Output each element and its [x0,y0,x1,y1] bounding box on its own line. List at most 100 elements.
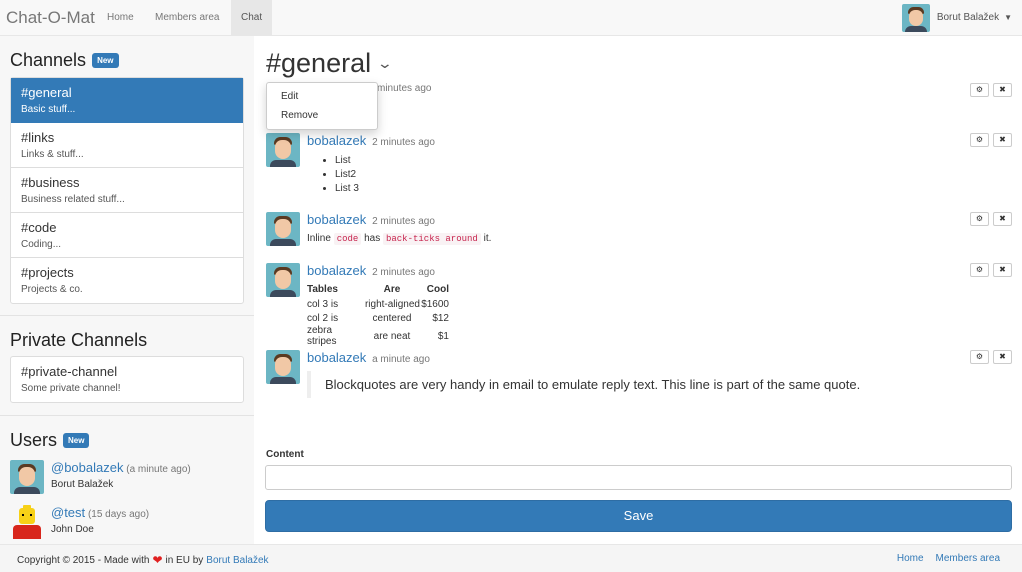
avatar [266,350,300,384]
channel-desc: Business related stuff... [21,194,125,205]
gear-icon[interactable]: ⚙ [970,350,989,364]
user-menu[interactable]: Borut Balažek ▼ [901,0,1012,35]
text-segment: Inline [307,233,331,244]
footer-link-home[interactable]: Home [897,553,924,564]
navbar: Chat-O-Mat Home Members area Chat Borut … [0,0,1022,36]
message-time: a minute ago [372,354,430,365]
avatar [10,505,44,539]
message-time: 2 minutes ago [372,137,435,148]
channel-item-projects[interactable]: #projects Projects & co. [11,258,243,303]
channels-heading: Channels New [10,50,119,71]
close-icon[interactable]: ✖ [993,263,1012,277]
channel-item-code[interactable]: #code Coding... [11,213,243,258]
message-actions: ⚙ ✖ [970,350,1012,364]
footer-text: in EU by [165,554,204,566]
close-icon[interactable]: ✖ [993,350,1012,364]
user-handle[interactable]: @bobalazek [51,460,123,475]
user-avatar [901,3,930,32]
channel-desc: Coding... [21,239,62,250]
new-channel-badge[interactable]: New [92,53,119,68]
message-text: t? [368,100,1012,111]
content-textarea[interactable] [265,465,1012,490]
channel-item-business[interactable]: #business Business related stuff... [11,168,243,213]
caret-down-icon: ▼ [1004,13,1012,22]
footer-nav: Home Members area [897,553,1000,564]
avatar [266,263,300,297]
text-segment: it. [483,233,492,244]
message-blockquote: Blockquotes are very handy in email to e… [307,371,1012,398]
user-item[interactable]: @test (15 days ago) John Doe [10,505,149,544]
message-actions: ⚙ ✖ [970,133,1012,147]
message-author[interactable]: bobalazek [307,133,366,148]
user-item[interactable]: @bobalazek (a minute ago) Borut Balažek [10,460,191,500]
message-actions: ⚙ ✖ [970,212,1012,226]
table-cell: col 2 is [307,312,339,324]
message-time: minutes ago [377,83,432,94]
footer: Copyright © 2015 - Made with ❤ in EU by … [0,544,1022,572]
table-row: zebra stripes are neat $1 [307,325,449,347]
nav-home[interactable]: Home [97,0,144,35]
message-author[interactable]: bobalazek [307,350,366,365]
message-author[interactable]: bobalazek [307,212,366,227]
list-item: List [335,154,1012,168]
menu-item-remove[interactable]: Remove [267,106,377,125]
channel-dropdown-menu: Edit Remove [266,82,378,130]
channel-name: #code [21,220,57,235]
table-cell: zebra stripes [307,325,337,347]
user-last-seen: (a minute ago) [126,464,191,475]
table-cell: centered [372,312,412,324]
close-icon[interactable]: ✖ [993,212,1012,226]
gear-icon[interactable]: ⚙ [970,133,989,147]
content-label: Content [266,449,304,460]
table-cell: $12 [432,312,449,324]
channel-desc: Some private channel! [21,383,121,394]
close-icon[interactable]: ✖ [993,83,1012,97]
copyright-text: Copyright © 2015 - Made with [17,554,150,566]
menu-item-edit[interactable]: Edit [267,87,377,106]
channel-item-links[interactable]: #links Links & stuff... [11,123,243,168]
channels-title: Channels [10,50,87,70]
message-table: Tables Are Cool col 3 is right-aligned $… [307,282,449,347]
message-item: bobalazek 2 minutes ago List List2 List … [266,133,1012,203]
chevron-down-icon[interactable]: ⌄ [377,55,393,72]
channel-title[interactable]: #general ⌄ [266,48,393,79]
gear-icon[interactable]: ⚙ [970,263,989,277]
message-list: List List2 List 3 [335,154,1012,196]
nav-members-area[interactable]: Members area [145,0,229,35]
message-item: bobalazek a minute ago Blockquotes are v… [266,350,1012,410]
table-cell: right-aligned [364,298,420,310]
table-cell: $1 [437,330,449,342]
message-author[interactable]: bobalazek [307,263,366,278]
users-title: Users [10,430,58,450]
message-item: bobalazek 2 minutes ago Tables Are Cool … [266,263,1012,347]
new-user-badge[interactable]: New [63,433,90,448]
table-header: Cool [426,284,449,295]
user-full-name: John Doe [51,524,94,535]
user-full-name: Borut Balažek [51,479,114,490]
close-icon[interactable]: ✖ [993,133,1012,147]
private-channels-heading: Private Channels [10,330,148,350]
channel-title-text: #general [266,48,372,78]
channel-item-general[interactable]: #general Basic stuff... [11,78,243,123]
user-name: Borut Balažek [936,12,1000,23]
brand-logo[interactable]: Chat-O-Mat [6,8,95,28]
private-channel-list: #private-channel Some private channel! [10,356,244,403]
message-actions: ⚙ ✖ [970,83,1012,97]
gear-icon[interactable]: ⚙ [970,83,989,97]
footer-copyright: Copyright © 2015 - Made with ❤ in EU by … [17,553,269,567]
footer-link-members-area[interactable]: Members area [936,553,1000,564]
inline-code: code [333,233,362,245]
table-row: col 2 is centered $12 [307,311,449,325]
message-actions: ⚙ ✖ [970,263,1012,277]
message-time: 2 minutes ago [372,216,435,227]
avatar [266,212,300,246]
user-handle[interactable]: @test [51,505,85,520]
nav-chat[interactable]: Chat [231,0,273,35]
channel-desc: Basic stuff... [21,104,76,115]
message-item: bobalazek 2 minutes ago Inline code has … [266,212,1012,252]
save-button[interactable]: Save [265,500,1012,532]
gear-icon[interactable]: ⚙ [970,212,989,226]
channel-item-private-channel[interactable]: #private-channel Some private channel! [11,357,243,402]
author-link[interactable]: Borut Balažek [206,555,268,566]
sidebar: Channels New #general Basic stuff... #li… [0,36,254,544]
